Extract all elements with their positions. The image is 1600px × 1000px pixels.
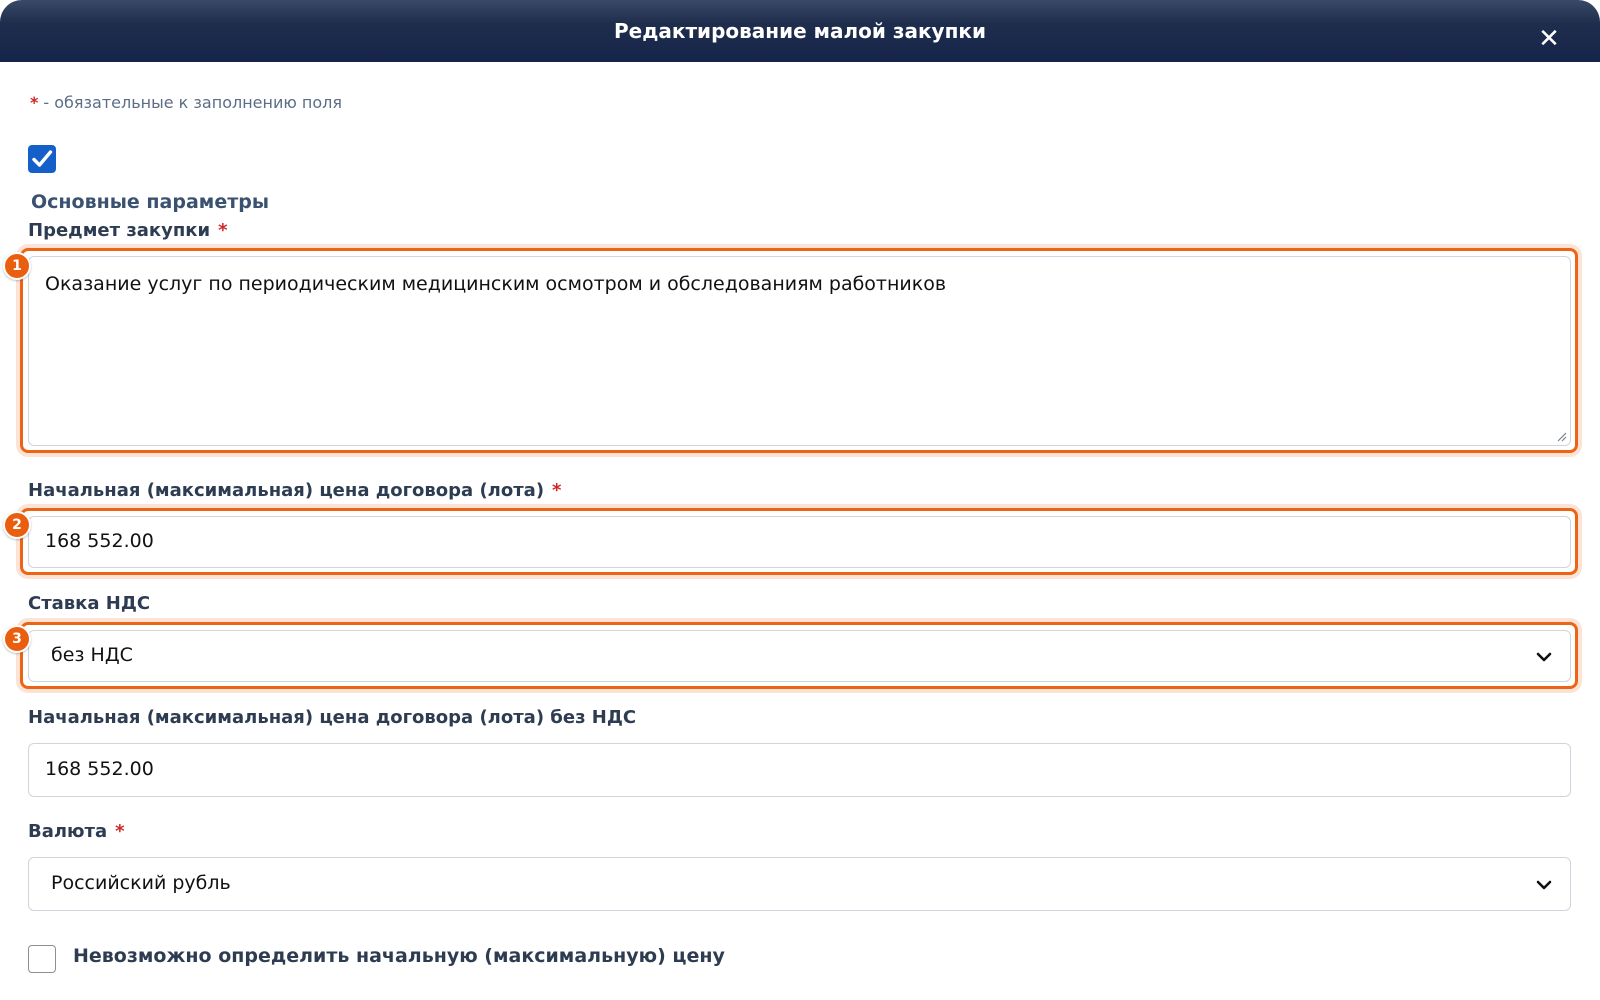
currency-value: Российский рубль	[51, 872, 231, 894]
step-badge-3: 3	[3, 625, 31, 653]
dialog-title: Редактирование малой закупки	[614, 19, 986, 43]
step-badge-2: 2	[3, 511, 31, 539]
subject-label-text: Предмет закупки	[28, 220, 211, 241]
price-without-vat-label-text: Начальная (максимальная) цена договора (…	[28, 707, 637, 728]
currency-label-text: Валюта	[28, 821, 108, 842]
step-badge-1: 1	[3, 252, 31, 280]
required-star: *	[30, 93, 39, 112]
price-without-vat-label: Начальная (максимальная) цена договора (…	[28, 707, 636, 728]
close-icon[interactable]: ✕	[1534, 24, 1564, 54]
currency-select[interactable]: Российский рубль	[28, 857, 1571, 911]
subject-textarea[interactable]: Оказание услуг по периодическим медицинс…	[28, 256, 1571, 446]
section-toggle-checkbox[interactable]	[28, 145, 56, 173]
vat-rate-select[interactable]: без НДС	[28, 630, 1571, 682]
initial-price-label-text: Начальная (максимальная) цена договора (…	[28, 480, 545, 501]
chevron-down-icon	[1536, 880, 1552, 890]
currency-label: Валюта *	[28, 821, 125, 842]
section-title: Основные параметры	[31, 191, 270, 213]
undetermined-price-checkbox[interactable]	[28, 945, 56, 973]
required-star: *	[552, 480, 562, 501]
price-without-vat-value: 168 552.00	[45, 758, 154, 780]
required-fields-note: * - обязательные к заполнению поля	[30, 93, 342, 112]
chevron-down-icon	[1536, 652, 1552, 662]
vat-rate-label-text: Ставка НДС	[28, 593, 151, 614]
resize-grip-icon[interactable]	[1555, 430, 1567, 442]
required-note-text: - обязательные к заполнению поля	[43, 93, 343, 112]
dialog-header: Редактирование малой закупки ✕	[0, 0, 1600, 62]
checkmark-icon	[32, 150, 53, 167]
initial-price-label: Начальная (максимальная) цена договора (…	[28, 480, 561, 501]
required-star: *	[115, 821, 125, 842]
vat-rate-value: без НДС	[51, 644, 133, 666]
initial-price-value: 168 552.00	[45, 530, 154, 552]
undetermined-price-label: Невозможно определить начальную (максима…	[73, 945, 725, 967]
subject-value: Оказание услуг по периодическим медицинс…	[45, 273, 947, 295]
subject-label: Предмет закупки *	[28, 220, 228, 241]
required-star: *	[218, 220, 228, 241]
vat-rate-label: Ставка НДС	[28, 593, 150, 614]
initial-price-input[interactable]: 168 552.00	[28, 516, 1571, 568]
price-without-vat-input[interactable]: 168 552.00	[28, 743, 1571, 797]
